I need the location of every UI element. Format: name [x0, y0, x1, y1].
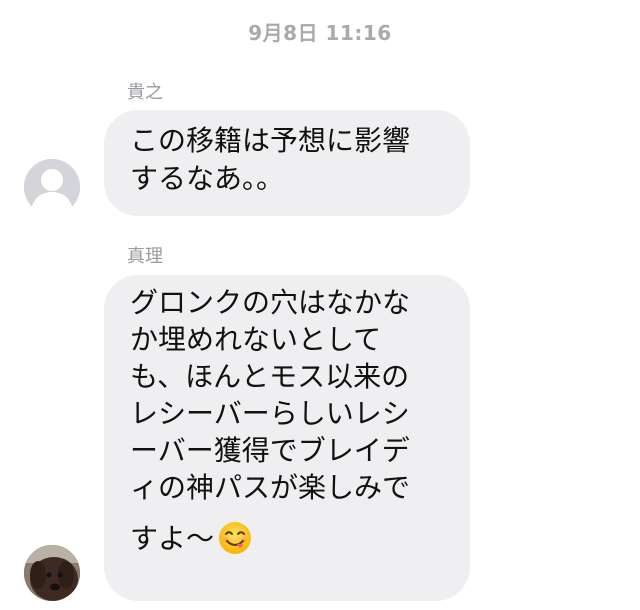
message-timestamp: 9月8日 11:16: [248, 21, 392, 45]
dog-photo-avatar[interactable]: [24, 545, 80, 601]
dog-photo-icon: [24, 545, 80, 601]
sender-name: 真理: [127, 246, 163, 267]
message-bubble[interactable]: この移籍は予想に影響 するなあ。。: [104, 110, 470, 216]
message-text-last-line: すよ〜: [130, 520, 448, 557]
person-silhouette-icon: [24, 159, 80, 215]
message-text: グロンクの穴はなかな か埋めれないとして も、ほんとモス以来の レシーバーらしい…: [130, 286, 411, 504]
message-bubble[interactable]: グロンクの穴はなかな か埋めれないとして も、ほんとモス以来の レシーバーらしい…: [104, 275, 470, 601]
sender-name: 貴之: [127, 82, 163, 103]
yum-face-emoji: [219, 522, 252, 554]
message-text-end: すよ〜: [130, 522, 215, 555]
default-avatar-icon[interactable]: [24, 159, 80, 215]
